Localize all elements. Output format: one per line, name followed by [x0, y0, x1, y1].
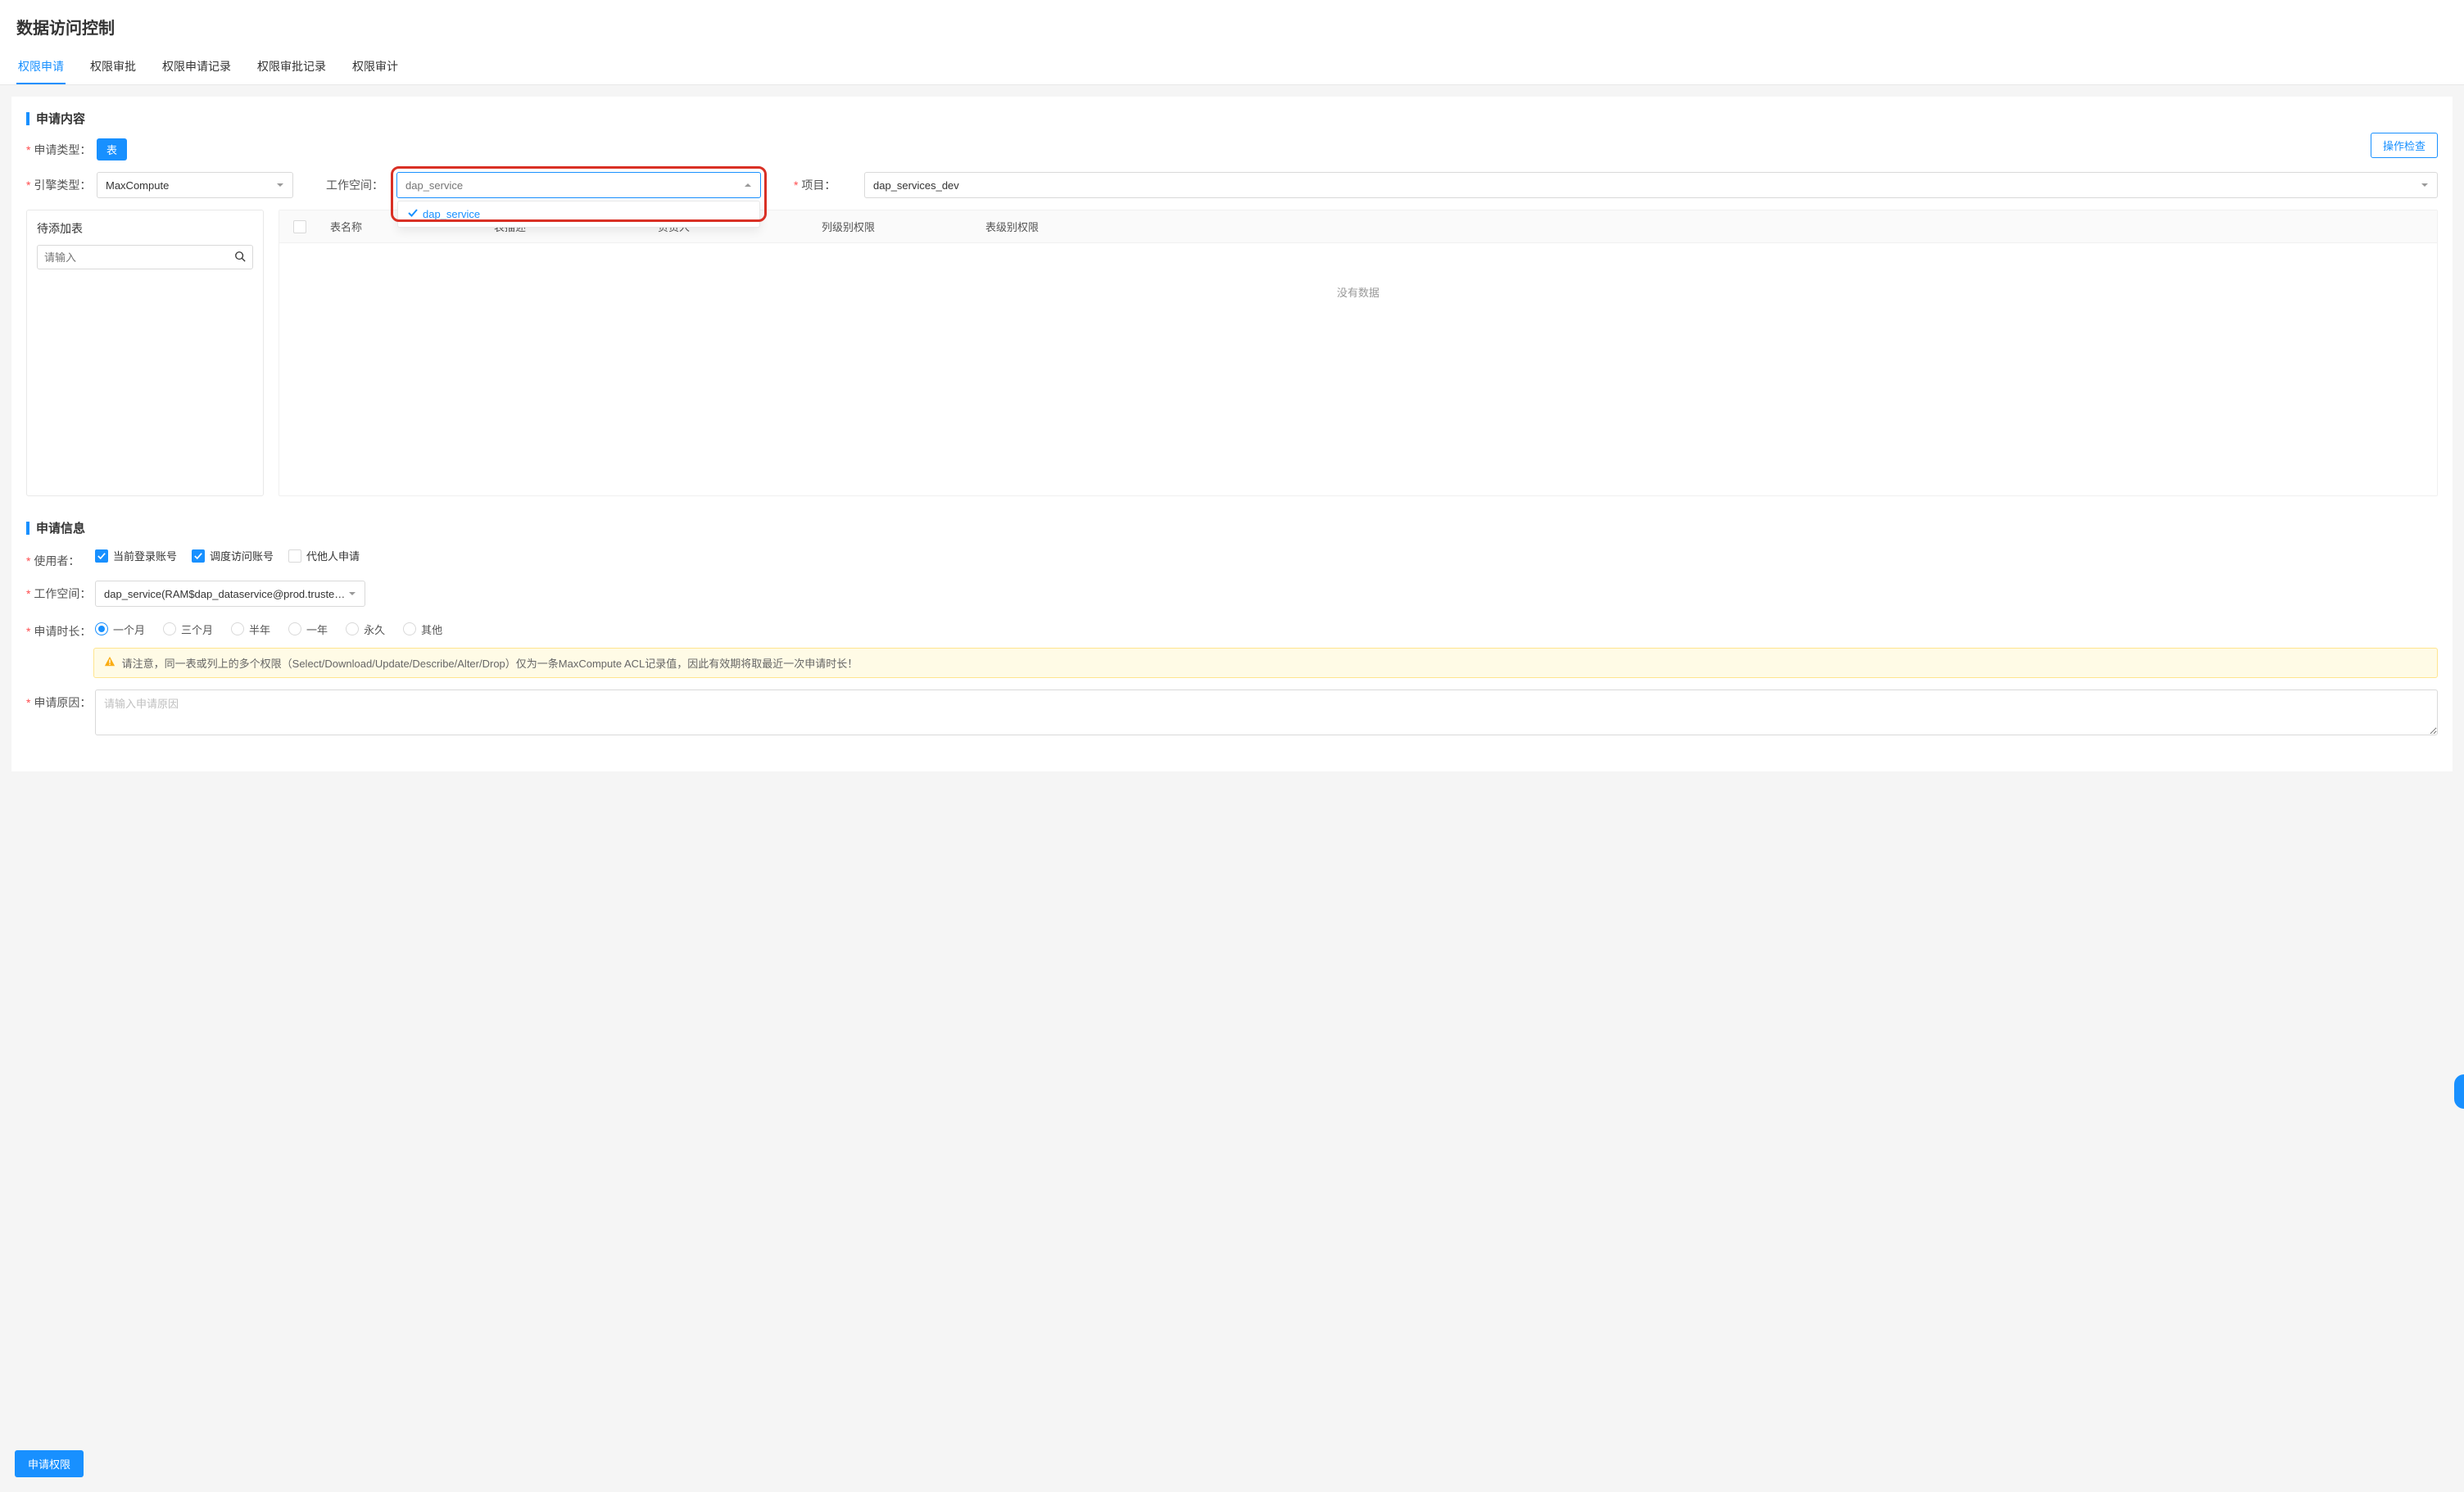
search-icon[interactable]: [234, 251, 246, 264]
radio-one-month-label: 一个月: [113, 622, 145, 637]
radio-one-year-label: 一年: [306, 622, 328, 637]
pending-tables-search[interactable]: [37, 245, 253, 269]
user-label: 使用者：: [26, 548, 95, 569]
table-header-tbl-perm: 表级别权限: [976, 219, 2437, 234]
section-apply-content-title: 申请内容: [36, 110, 85, 127]
duration-label: 申请时长：: [26, 618, 95, 640]
radio-forever[interactable]: 永久: [346, 622, 385, 637]
radio-three-months-label: 三个月: [181, 622, 213, 637]
page-title: 数据访问控制: [0, 0, 2464, 50]
chevron-down-icon: [348, 590, 356, 598]
info-workspace-label: 工作空间：: [26, 581, 95, 602]
cb-current-login[interactable]: 当前登录账号: [95, 548, 177, 563]
checkbox-checked-icon: [95, 549, 108, 563]
info-workspace-select[interactable]: dap_service(RAM$dap_dataservice@prod.tru…: [95, 581, 365, 607]
warning-icon: [104, 656, 116, 670]
checkbox-checked-icon: [192, 549, 205, 563]
info-workspace-row: 工作空间： dap_service(RAM$dap_dataservice@pr…: [26, 581, 2438, 607]
duration-alert: 请注意，同一表或列上的多个权限（Select/Download/Update/D…: [93, 648, 2438, 678]
engine-type-value: MaxCompute: [106, 179, 169, 192]
project-select[interactable]: dap_services_dev: [864, 172, 2438, 198]
duration-radio-group: 一个月 三个月 半年 一年 永久 其他: [95, 622, 442, 637]
workspace-select-input[interactable]: [405, 173, 744, 197]
tab-apply-records[interactable]: 权限申请记录: [161, 50, 233, 84]
tab-permission-apply[interactable]: 权限申请: [16, 50, 66, 84]
main-area: 待添加表 表名称 表描述 负责人 列级别权限 表级别权限 没有数据: [26, 210, 2438, 496]
section-bar-icon: [26, 112, 29, 125]
section-apply-content: 申请内容: [26, 110, 2438, 127]
chevron-up-icon: [744, 181, 752, 189]
cb-current-login-label: 当前登录账号: [113, 548, 177, 563]
tabs-bar: 权限申请 权限审批 权限申请记录 权限审批记录 权限审计: [0, 50, 2464, 85]
pending-tables-title: 待添加表: [37, 220, 253, 237]
user-checkbox-group: 当前登录账号 调度访问账号 代他人申请: [95, 548, 360, 563]
cb-proxy-apply-label: 代他人申请: [306, 548, 360, 563]
apply-type-label: 申请类型：: [26, 142, 92, 158]
content-card: 申请内容 操作检查 申请类型： 表 引擎类型： MaxCompute 工作空间：: [11, 97, 2453, 771]
radio-three-months[interactable]: 三个月: [163, 622, 213, 637]
pending-tables-panel: 待添加表: [26, 210, 264, 496]
reason-row: 申请原因：: [26, 689, 2438, 735]
radio-icon: [288, 622, 301, 635]
operation-check-button[interactable]: 操作检查: [2371, 133, 2438, 158]
chevron-down-icon: [276, 181, 284, 189]
radio-icon: [403, 622, 416, 635]
radio-one-year[interactable]: 一年: [288, 622, 328, 637]
workspace-dropdown: dap_service: [397, 201, 760, 228]
pending-tables-search-input[interactable]: [44, 251, 234, 264]
reason-textarea[interactable]: [95, 689, 2438, 735]
tab-permission-approve[interactable]: 权限审批: [88, 50, 138, 84]
reason-label: 申请原因：: [26, 689, 95, 711]
user-row: 使用者： 当前登录账号 调度访问账号 代他人申请: [26, 548, 2438, 569]
checkbox-unchecked-icon: [288, 549, 301, 563]
radio-icon: [231, 622, 244, 635]
table-header-col-perm: 列级别权限: [812, 219, 976, 234]
engine-type-select[interactable]: MaxCompute: [97, 172, 293, 198]
section-apply-info: 申请信息: [26, 519, 2438, 536]
engine-workspace-project-row: 引擎类型： MaxCompute 工作空间： dap_service: [26, 172, 2438, 198]
project-value: dap_services_dev: [873, 179, 959, 192]
float-side-handle[interactable]: [2454, 1074, 2464, 1109]
alert-text: 请注意，同一表或列上的多个权限（Select/Download/Update/D…: [122, 655, 858, 671]
cb-schedule-access-label: 调度访问账号: [210, 548, 274, 563]
radio-other-label: 其他: [421, 622, 442, 637]
apply-type-row: 申请类型： 表: [26, 138, 2438, 161]
info-workspace-value: dap_service(RAM$dap_dataservice@prod.tru…: [104, 588, 348, 600]
radio-other[interactable]: 其他: [403, 622, 442, 637]
section-bar-icon: [26, 522, 29, 535]
tab-approve-records[interactable]: 权限审批记录: [256, 50, 328, 84]
radio-icon: [346, 622, 359, 635]
table-empty-state: 没有数据: [279, 243, 2437, 495]
workspace-label: 工作空间：: [326, 177, 392, 193]
tab-permission-audit[interactable]: 权限审计: [351, 50, 400, 84]
workspace-dropdown-option-label: dap_service: [423, 208, 480, 220]
engine-type-label: 引擎类型：: [26, 177, 92, 193]
chevron-down-icon: [2421, 181, 2429, 189]
table-header-checkbox[interactable]: [279, 220, 320, 233]
radio-icon: [163, 622, 176, 635]
apply-permission-button[interactable]: 申请权限: [15, 1450, 84, 1477]
duration-row: 申请时长： 一个月 三个月 半年 一年 永久 其他 请注意，同一表或列上的多个权…: [26, 618, 2438, 678]
checkbox-unchecked[interactable]: [293, 220, 306, 233]
section-apply-info-wrapper: 申请信息 使用者： 当前登录账号 调度访问账号 代他人申请 工作空间：: [26, 519, 2438, 735]
radio-checked-icon: [95, 622, 108, 635]
radio-half-year-label: 半年: [249, 622, 270, 637]
cb-schedule-access[interactable]: 调度访问账号: [192, 548, 274, 563]
check-icon: [408, 208, 418, 220]
radio-half-year[interactable]: 半年: [231, 622, 270, 637]
section-apply-info-title: 申请信息: [36, 519, 85, 536]
radio-forever-label: 永久: [364, 622, 385, 637]
workspace-dropdown-option[interactable]: dap_service: [398, 201, 759, 227]
alert-spacer: [26, 640, 93, 678]
tables-grid: 表名称 表描述 负责人 列级别权限 表级别权限 没有数据: [279, 210, 2438, 496]
workspace-select[interactable]: dap_service: [396, 172, 761, 198]
cb-proxy-apply[interactable]: 代他人申请: [288, 548, 360, 563]
project-label: 项目：: [794, 177, 859, 193]
apply-type-value-pill[interactable]: 表: [97, 138, 127, 161]
radio-one-month[interactable]: 一个月: [95, 622, 145, 637]
